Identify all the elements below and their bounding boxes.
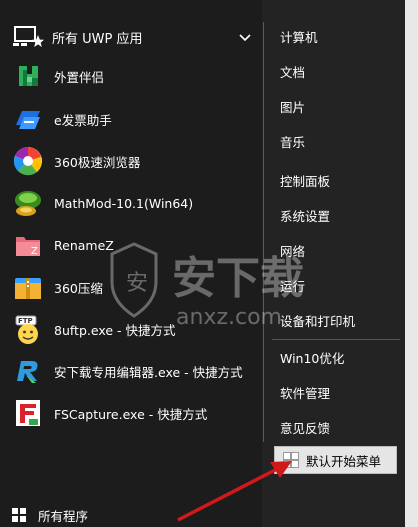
- panel-divider: [263, 22, 264, 442]
- menu-item-run[interactable]: 运行: [280, 276, 305, 295]
- menu-item-network[interactable]: 网络: [280, 241, 305, 260]
- all-programs-button[interactable]: 所有程序: [12, 504, 88, 526]
- app-item[interactable]: 360压缩: [12, 271, 103, 303]
- menu-item-feedback[interactable]: 意见反馈: [280, 418, 330, 437]
- app-label: RenameZ: [54, 237, 114, 253]
- menu-item-software-manager[interactable]: 软件管理: [280, 383, 330, 402]
- app-item[interactable]: 外置伴侣: [12, 60, 104, 92]
- renamez-icon: Z: [12, 229, 44, 261]
- app-item[interactable]: FSCapture.exe - 快捷方式: [12, 397, 207, 429]
- svg-text:FTP: FTP: [18, 317, 33, 325]
- app-item[interactable]: e发票助手: [12, 103, 112, 135]
- all-programs-label: 所有程序: [38, 508, 89, 524]
- uwp-apps-label: 所有 UWP 应用: [52, 31, 143, 47]
- windows-logo-icon: [284, 453, 298, 467]
- 360-browser-icon: [12, 145, 44, 177]
- mathmod-icon: [12, 187, 44, 219]
- default-start-menu-button[interactable]: 默认开始菜单: [274, 446, 397, 474]
- menu-item-music[interactable]: 音乐: [280, 132, 305, 151]
- windows-logo-icon: [12, 508, 26, 522]
- app-label: FSCapture.exe - 快捷方式: [54, 406, 208, 422]
- app-label: 360压缩: [54, 280, 103, 296]
- app-label: 8uftp.exe - 快捷方式: [54, 322, 176, 338]
- menu-separator: [272, 339, 400, 340]
- green-app-icon: [12, 60, 44, 92]
- app-label: 安下载专用编辑器.exe - 快捷方式: [54, 364, 243, 380]
- app-item[interactable]: Z RenameZ: [12, 229, 114, 261]
- app-label: 360极速浏览器: [54, 154, 141, 170]
- menu-item-control-panel[interactable]: 控制面板: [280, 171, 330, 190]
- app-label: 外置伴侣: [54, 69, 105, 85]
- app-item[interactable]: 安下载专用编辑器.exe - 快捷方式: [12, 355, 243, 387]
- menu-item-win10-optimize[interactable]: Win10优化: [280, 348, 344, 367]
- editor-icon: [12, 355, 44, 387]
- app-label: MathMod-10.1(Win64): [54, 195, 194, 211]
- app-label: e发票助手: [54, 112, 112, 128]
- app-item[interactable]: FTP 8uftp.exe - 快捷方式: [12, 313, 176, 345]
- 8uftp-icon: FTP: [12, 313, 44, 345]
- default-start-menu-label: 默认开始菜单: [306, 453, 382, 469]
- blue-invoice-icon: [12, 103, 44, 135]
- svg-text:Z: Z: [31, 246, 38, 257]
- menu-item-computer[interactable]: 计算机: [280, 27, 318, 46]
- uwp-apps-icon: [12, 25, 44, 49]
- menu-item-devices-printers[interactable]: 设备和打印机: [280, 311, 355, 330]
- uwp-apps-header[interactable]: 所有 UWP 应用: [12, 24, 252, 50]
- fscapture-icon: [12, 397, 44, 429]
- menu-item-pictures[interactable]: 图片: [280, 97, 305, 116]
- 360-zip-icon: [12, 271, 44, 303]
- menu-item-system-settings[interactable]: 系统设置: [280, 206, 330, 225]
- app-item[interactable]: MathMod-10.1(Win64): [12, 187, 193, 219]
- desktop-background-strip: [405, 0, 418, 527]
- menu-item-documents[interactable]: 文档: [280, 62, 305, 81]
- chevron-down-icon[interactable]: [238, 30, 252, 44]
- app-item[interactable]: 360极速浏览器: [12, 145, 140, 177]
